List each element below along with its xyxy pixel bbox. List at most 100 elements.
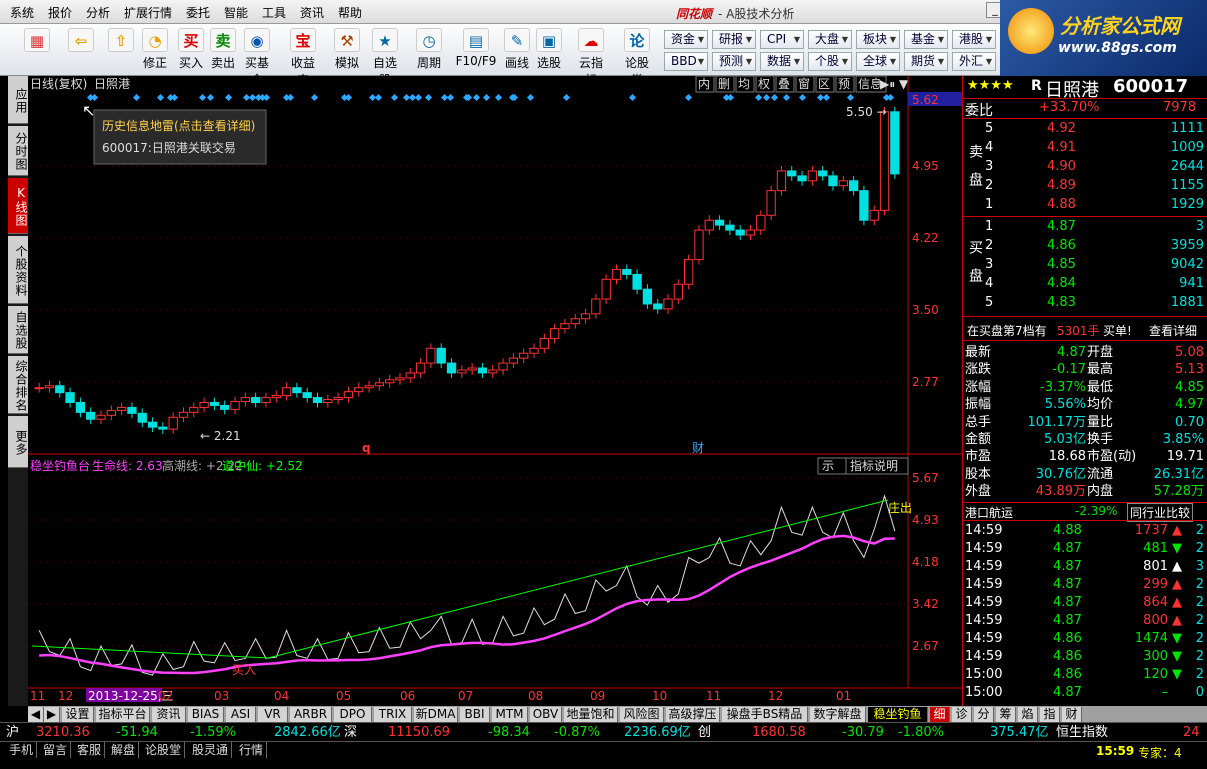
event-marker-finance[interactable]: 财 — [692, 441, 704, 455]
toolbar-dropdown-4[interactable]: CPI — [760, 30, 804, 49]
indicator-tab-1[interactable]: 指标平台 — [96, 707, 150, 722]
toolbar-dropdown-12[interactable]: 港股 — [952, 30, 996, 49]
indicator-tab-8[interactable]: TRIX — [374, 707, 412, 722]
indicator-tab-0[interactable]: 设置 — [62, 707, 94, 722]
side-tab-4[interactable]: 自选股 — [8, 306, 28, 354]
sell-level-2[interactable]: 2 4.89 1155 — [963, 177, 1207, 195]
side-tab-1[interactable]: 分时图 — [8, 126, 28, 176]
buy-level-2[interactable]: 2 4.86 3959 — [963, 237, 1207, 255]
status-item-4[interactable]: 论股堂 — [142, 742, 186, 758]
indicator-tab-6[interactable]: ARBR — [290, 707, 332, 722]
indicator-tab-4[interactable]: ASI — [226, 707, 256, 722]
toolbar-button-13[interactable]: ▣ 选股 — [532, 28, 566, 74]
indicator-tab-16[interactable]: 操盘手BS精品 — [722, 707, 808, 722]
toolbar-button-11[interactable]: ▤ F10/F9 — [454, 28, 498, 74]
sh-value[interactable]: 3210.36 — [36, 723, 90, 742]
toolbar-dropdown-0[interactable]: 资金 — [664, 30, 708, 49]
menu-4[interactable]: 委托 — [186, 4, 210, 21]
toolbar-button-10[interactable]: ◷ 周期 — [412, 28, 446, 74]
indicator-tab-12[interactable]: OBV — [530, 707, 562, 722]
sell-level-4[interactable]: 4 4.91 1009 — [963, 139, 1207, 157]
indicator-title[interactable]: 稳坐钓鱼台 — [30, 458, 90, 473]
sz-value[interactable]: 11150.69 — [388, 723, 450, 742]
toolbar-dropdown-11[interactable]: 期货 — [904, 52, 948, 71]
buy-level-5[interactable]: 5 4.83 1881 — [963, 294, 1207, 312]
expert-label[interactable]: 专家：4 — [1138, 744, 1182, 761]
indicator-tab-9[interactable]: 新DMA — [414, 707, 458, 722]
indicator-tab-2[interactable]: 资讯 — [152, 707, 186, 722]
toolbar-button-12[interactable]: ✎ 画线 — [500, 28, 534, 74]
toolbar-dropdown-5[interactable]: 数据 — [760, 52, 804, 71]
tab-scroll-right-icon[interactable]: ▶ — [44, 707, 60, 722]
toolbar-dropdown-7[interactable]: 个股 — [808, 52, 852, 71]
menu-0[interactable]: 系统 — [10, 4, 34, 21]
indicator-tab-21[interactable]: 分 — [974, 707, 994, 722]
kline-chart-svg[interactable]: 日线(复权) 日照港 内删均权叠窗区预信息▶⏸ ▼5.62 4.95 4.22 3.50 2… — [28, 75, 962, 706]
sell-level-3[interactable]: 3 4.90 2644 — [963, 158, 1207, 176]
indicator-tab-23[interactable]: 焰 — [1018, 707, 1038, 722]
event-marker-q[interactable]: q — [362, 441, 371, 455]
toolbar-button-5[interactable]: 卖卖出 — [206, 28, 240, 74]
sell-level-5[interactable]: 5 4.92 1111 — [963, 120, 1207, 138]
toolbar-dropdown-3[interactable]: 预测 — [712, 52, 756, 71]
side-tab-5[interactable]: 综合排名 — [8, 356, 28, 414]
toolbar-button-8[interactable]: ⚒ 模拟 — [330, 28, 364, 74]
toolbar-dropdown-10[interactable]: 基金 — [904, 30, 948, 49]
sell-level-1[interactable]: 1 4.88 1929 — [963, 196, 1207, 214]
toolbar-button-6[interactable]: ◉买基金 — [240, 28, 274, 87]
indicator-tab-19[interactable]: 细 — [930, 707, 950, 722]
toolbar-button-4[interactable]: 买买入 — [174, 28, 208, 74]
status-item-3[interactable]: 解盘 — [108, 742, 140, 758]
toolbar-button-0[interactable]: ▦ — [20, 28, 54, 74]
status-item-5[interactable]: 股灵通 — [189, 742, 233, 758]
toolbar-button-15[interactable]: 论论股堂 — [620, 28, 654, 87]
menu-8[interactable]: 帮助 — [338, 4, 362, 21]
indicator-tab-20[interactable]: 诊 — [952, 707, 972, 722]
indicator-tab-24[interactable]: 指 — [1040, 707, 1060, 722]
menu-1[interactable]: 报价 — [48, 4, 72, 21]
indicator-tab-5[interactable]: VR — [258, 707, 288, 722]
toolbar-dropdown-1[interactable]: BBD — [664, 52, 708, 71]
kline-chart-panel[interactable]: 日线(复权) 日照港 内删均权叠窗区预信息 ▶⏸ ▼ 5.62 4.95 4.22 3.50 2… — [28, 75, 962, 706]
indicator-tab-17[interactable]: 数字解盘 — [810, 707, 866, 722]
toolbar-button-3[interactable]: ◔ 修正 — [138, 28, 172, 74]
hs-value[interactable]: 24 — [1183, 723, 1200, 742]
indicator-tab-18[interactable]: 稳坐钓鱼 — [868, 707, 928, 722]
toolbar-dropdown-2[interactable]: 研报 — [712, 30, 756, 49]
toolbar-button-7[interactable]: 宝收益宝 — [286, 28, 320, 87]
side-tab-0[interactable]: 应用 — [8, 76, 28, 124]
indicator-tab-22[interactable]: 筹 — [996, 707, 1016, 722]
toolbar-dropdown-9[interactable]: 全球 — [856, 52, 900, 71]
toolbar-button-2[interactable]: ⇧ — [104, 28, 138, 74]
indicator-tab-25[interactable]: 财 — [1062, 707, 1082, 722]
chart-nav-icon[interactable]: ▶⏸ ▼ — [880, 77, 909, 91]
status-item-1[interactable]: 留言 — [40, 742, 72, 758]
bid-alert-detail-link[interactable]: 查看详细 — [1149, 322, 1197, 339]
indicator-tab-10[interactable]: BBI — [460, 707, 490, 722]
menu-7[interactable]: 资讯 — [300, 4, 324, 21]
tab-scroll-left-icon[interactable]: ◀ — [28, 707, 44, 722]
toolbar-button-9[interactable]: ★自选股 — [368, 28, 402, 87]
side-tab-2[interactable]: K线图 — [8, 178, 28, 234]
indicator-tab-15[interactable]: 高级撑压 — [666, 707, 720, 722]
side-tab-6[interactable]: 更多 — [8, 416, 28, 468]
sector-name[interactable]: 港口航运 — [965, 504, 1013, 521]
menu-6[interactable]: 工具 — [262, 4, 286, 21]
chart-period-label[interactable]: 日线(复权) — [30, 77, 87, 91]
cy-value[interactable]: 1680.58 — [752, 723, 806, 742]
menu-2[interactable]: 分析 — [86, 4, 110, 21]
buy-level-4[interactable]: 4 4.84 941 — [963, 275, 1207, 293]
toolbar-dropdown-8[interactable]: 板块 — [856, 30, 900, 49]
status-item-6[interactable]: 行情 — [236, 742, 268, 758]
side-tab-3[interactable]: 个股资料 — [8, 236, 28, 304]
indicator-tab-11[interactable]: MTM — [492, 707, 528, 722]
toolbar-dropdown-6[interactable]: 大盘 — [808, 30, 852, 49]
status-item-2[interactable]: 客服 — [74, 742, 106, 758]
buy-level-1[interactable]: 1 4.87 3 — [963, 218, 1207, 236]
buy-level-3[interactable]: 3 4.85 9042 — [963, 256, 1207, 274]
indicator-tab-14[interactable]: 风险图 — [620, 707, 664, 722]
indicator-tab-3[interactable]: BIAS — [188, 707, 224, 722]
indicator-tab-13[interactable]: 地量饱和 — [564, 707, 618, 722]
menu-3[interactable]: 扩展行情 — [124, 4, 172, 21]
toolbar-dropdown-13[interactable]: 外汇 — [952, 52, 996, 71]
